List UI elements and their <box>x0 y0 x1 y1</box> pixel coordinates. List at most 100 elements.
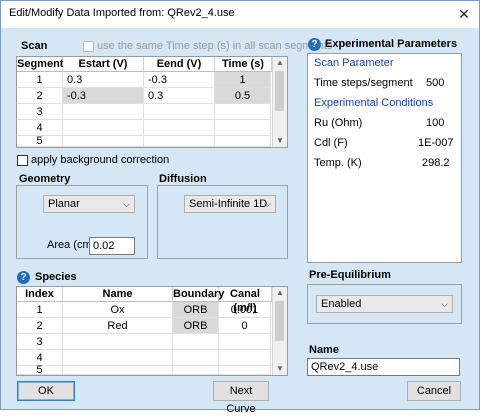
ru-value[interactable]: 100 <box>426 114 444 133</box>
chevron-down-icon: ⌵ <box>123 199 130 209</box>
scan-table[interactable]: Segment Estart (V) Eend (V) Time (s) 1 0… <box>16 56 288 148</box>
title-bar: Edit/Modify Data Imported from: QRev2_4.… <box>1 1 479 27</box>
species-table[interactable]: Index Name Boundary Canal (m/l) 1 Ox ORB… <box>16 286 288 376</box>
experimental-parameters-label: Experimental Parameters <box>325 38 458 50</box>
diffusion-selected: Semi-Infinite 1D <box>189 198 268 210</box>
species-label: Species <box>35 271 77 283</box>
pre-equilibrium-select[interactable]: Enabled ⌵ <box>316 295 453 313</box>
same-time-step-label: use the same Time step (s) in all scan s… <box>97 40 333 52</box>
scan-cell-time[interactable] <box>215 104 271 120</box>
species-cell-name[interactable] <box>63 350 173 366</box>
scan-cell-estart[interactable]: 0.3 <box>63 72 144 88</box>
diffusion-select[interactable]: Semi-Infinite 1D ⌵ <box>184 195 276 213</box>
scan-cell-time[interactable] <box>215 120 271 136</box>
pre-equilibrium-label: Pre-Equilibrium <box>309 269 391 281</box>
species-cell-name[interactable] <box>63 366 173 375</box>
species-cell-boundary[interactable] <box>173 334 219 350</box>
scan-cell-time[interactable]: 1 <box>215 72 271 88</box>
scan-cell-eend[interactable] <box>144 136 215 147</box>
scan-cell-time[interactable]: 0.5 <box>215 88 271 104</box>
cancel-button[interactable]: Cancel <box>407 381 461 401</box>
cdl-value[interactable]: 1E-007 <box>418 134 453 153</box>
scan-cell-time[interactable] <box>215 136 271 147</box>
scan-cell-estart[interactable] <box>63 136 144 147</box>
scroll-up-icon[interactable]: ▲ <box>273 57 287 69</box>
chevron-down-icon: ⌵ <box>441 299 448 309</box>
species-col-index: Index <box>17 287 63 302</box>
species-col-canal: Canal (m/l) <box>219 287 272 314</box>
species-cell-canal[interactable] <box>219 366 271 375</box>
species-cell-name[interactable]: Red <box>63 318 173 334</box>
scan-label: Scan <box>21 40 48 52</box>
scan-row-segment: 4 <box>17 120 63 136</box>
scan-cell-eend[interactable]: -0.3 <box>144 72 215 88</box>
scan-cell-estart[interactable]: -0.3 <box>63 88 144 104</box>
species-col-boundary: Boundary <box>173 287 225 302</box>
species-cell-boundary[interactable]: ORB <box>173 302 219 318</box>
scan-cell-eend[interactable]: 0.3 <box>144 88 215 104</box>
diffusion-group: Semi-Infinite 1D ⌵ <box>157 185 288 259</box>
scroll-down-icon[interactable]: ▼ <box>273 363 287 375</box>
scan-row-segment: 3 <box>17 104 63 120</box>
next-curve-button[interactable]: Next Curve <box>213 381 269 415</box>
geometry-selected: Planar <box>48 198 80 210</box>
scan-col-estart: Estart (V) <box>63 57 144 72</box>
close-icon[interactable]: ✕ <box>455 5 473 23</box>
species-col-name: Name <box>63 287 173 302</box>
species-row-index: 2 <box>17 318 63 334</box>
scan-col-time: Time (s) <box>215 57 272 72</box>
scroll-up-icon[interactable]: ▲ <box>273 287 287 299</box>
time-steps-label: Time steps/segment <box>314 77 413 89</box>
temp-value[interactable]: 298.2 <box>422 154 450 173</box>
ok-button[interactable]: OK <box>17 381 75 401</box>
species-cell-canal[interactable]: 0 <box>219 318 271 334</box>
dialog-window: Edit/Modify Data Imported from: QRev2_4.… <box>0 0 480 415</box>
species-row-index: 1 <box>17 302 63 318</box>
scrollbar-thumb[interactable] <box>275 301 284 341</box>
time-steps-value[interactable]: 500 <box>426 74 444 93</box>
background-correction-label: apply background correction <box>31 154 170 166</box>
scan-cell-eend[interactable] <box>144 104 215 120</box>
parameters-help-icon[interactable]: ? <box>308 38 321 51</box>
geometry-label: Geometry <box>19 173 71 185</box>
diffusion-label: Diffusion <box>159 173 207 185</box>
species-cell-canal[interactable]: 0.001 <box>219 302 271 318</box>
cdl-label: Cdl (F) <box>314 137 348 149</box>
species-cell-boundary[interactable] <box>173 366 219 375</box>
scan-col-eend: Eend (V) <box>144 57 215 72</box>
scan-cell-eend[interactable] <box>144 120 215 136</box>
species-cell-name[interactable]: Ox <box>63 302 173 318</box>
scroll-down-icon[interactable]: ▼ <box>273 135 287 147</box>
experimental-parameters-panel[interactable]: Scan Parameter Time steps/segment 500 Ex… <box>307 53 462 263</box>
geometry-select[interactable]: Planar ⌵ <box>43 195 135 213</box>
species-row-index: 5 <box>17 365 63 376</box>
scrollbar-thumb[interactable] <box>275 71 284 111</box>
scan-cell-estart[interactable] <box>63 120 144 136</box>
geometry-group: Planar ⌵ Area (cm²) 0.02 <box>16 185 148 259</box>
species-row-index: 3 <box>17 334 63 350</box>
species-cell-canal[interactable] <box>219 350 271 366</box>
species-cell-boundary[interactable] <box>173 350 219 366</box>
scan-row-segment: 2 <box>17 88 63 104</box>
same-time-step-checkbox[interactable] <box>83 41 94 52</box>
pre-equilibrium-group: Enabled ⌵ <box>307 284 462 324</box>
name-input[interactable]: QRev2_4.use <box>307 358 460 376</box>
species-scrollbar[interactable]: ▲ ▼ <box>272 287 287 375</box>
pre-equilibrium-selected: Enabled <box>321 298 362 310</box>
chevron-down-icon: ⌵ <box>264 199 271 209</box>
name-label: Name <box>309 344 339 356</box>
scan-cell-estart[interactable] <box>63 104 144 120</box>
species-cell-name[interactable] <box>63 334 173 350</box>
ru-label: Ru (Ohm) <box>314 117 363 129</box>
temp-label: Temp. (K) <box>314 157 362 169</box>
window-title: Edit/Modify Data Imported from: QRev2_4.… <box>9 7 235 19</box>
scan-scrollbar[interactable]: ▲ ▼ <box>272 57 287 147</box>
species-cell-canal[interactable] <box>219 334 271 350</box>
dialog-body: Scan use the same Time step (s) in all s… <box>1 28 479 415</box>
species-cell-boundary[interactable]: ORB <box>173 318 219 334</box>
area-input[interactable]: 0.02 <box>89 237 135 255</box>
background-correction-checkbox[interactable] <box>17 155 28 166</box>
scan-col-segment: Segment <box>17 57 64 72</box>
species-help-icon[interactable]: ? <box>17 271 30 284</box>
scan-parameter-heading: Scan Parameter <box>314 57 394 69</box>
